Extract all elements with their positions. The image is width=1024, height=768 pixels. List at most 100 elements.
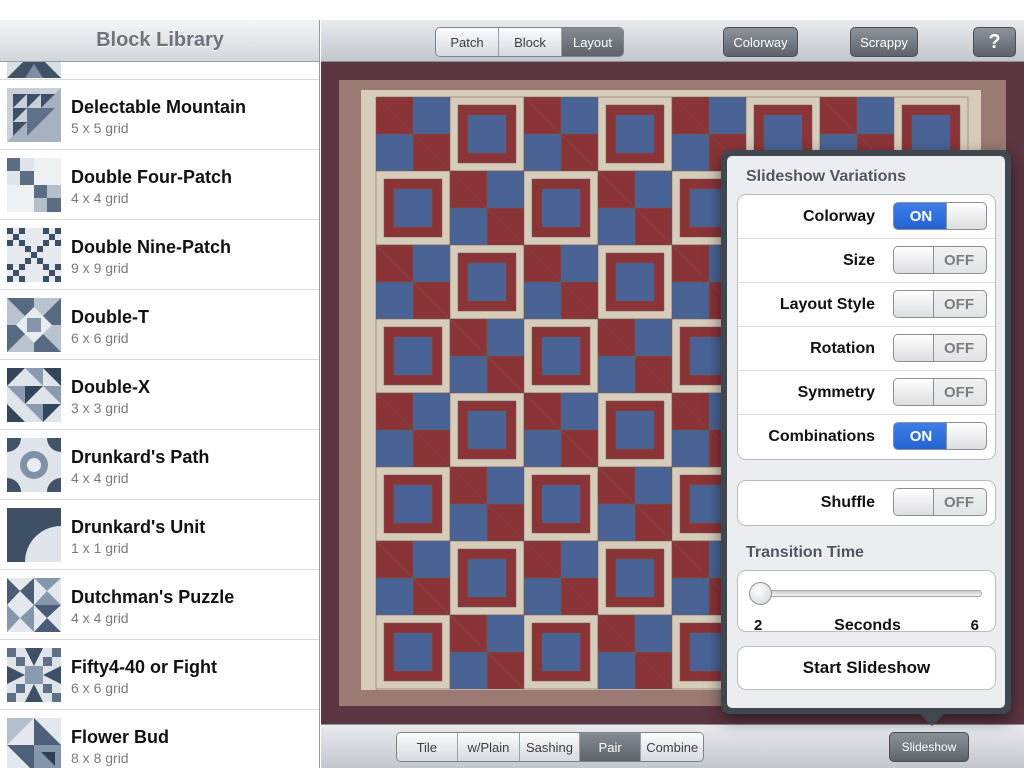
layout-segmented-control[interactable]: Tile w/Plain Sashing Pair Combine (396, 732, 704, 762)
tab-pair[interactable]: Pair (578, 733, 641, 761)
block-grid: 9 x 9 grid (71, 260, 129, 276)
transition-time-title: Transition Time (746, 544, 864, 561)
double-x-icon (7, 368, 61, 422)
list-item-double-nine-patch[interactable]: Double Nine-Patch 9 x 9 grid (0, 220, 319, 290)
block-grid: 8 x 8 grid (71, 750, 129, 766)
quilt-pinwheel-block (597, 466, 673, 542)
symmetry-toggle[interactable]: OFF (893, 378, 987, 406)
transition-slider-track[interactable] (760, 590, 982, 597)
tab-layout[interactable]: Layout (561, 28, 623, 56)
toggle-knob (894, 379, 934, 405)
toggle-state: OFF (944, 493, 974, 511)
tab-with-plain[interactable]: w/Plain (456, 733, 520, 761)
tab-patch[interactable]: Patch (436, 28, 498, 56)
quilt-pinwheel-block (375, 96, 451, 172)
list-item-delectable-mountain[interactable]: Delectable Mountain 5 x 5 grid (0, 80, 319, 150)
popover-title: Slideshow Variations (746, 168, 907, 185)
quilt-pinwheel-block (523, 392, 599, 468)
double-t-icon (7, 298, 61, 352)
block-grid: 3 x 3 grid (71, 400, 129, 416)
toggle-knob (946, 423, 986, 449)
block-name: Double Nine-Patch (71, 237, 232, 257)
help-button[interactable]: ? (973, 27, 1016, 57)
transition-slider-knob[interactable] (749, 582, 772, 605)
quilt-square-block (449, 392, 525, 468)
list-item-double-four-patch[interactable]: Double Four-Patch 4 x 4 grid (0, 150, 319, 220)
flower-bud-icon (7, 718, 61, 768)
tab-block[interactable]: Block (498, 28, 561, 56)
option-label: Combinations (768, 428, 875, 445)
scrappy-button[interactable]: Scrappy (850, 27, 918, 57)
drunkards-path-icon (7, 438, 61, 492)
block-name: Double-T (71, 307, 149, 327)
combinations-toggle[interactable]: ON (893, 422, 987, 450)
quilt-square-block (449, 96, 525, 172)
option-row-layout-style: Layout Style OFF (738, 283, 995, 327)
list-item-double-t[interactable]: Double-T 6 x 6 grid (0, 290, 319, 360)
block-name: Fifty4-40 or Fight (71, 657, 218, 677)
list-item-partial[interactable] (0, 62, 319, 80)
option-row-combinations: Combinations ON (738, 415, 995, 459)
block-grid: 6 x 6 grid (71, 680, 129, 696)
block-grid: 6 x 6 grid (71, 330, 129, 346)
toggle-knob (946, 203, 986, 229)
block-name: Drunkard's Unit (71, 517, 206, 537)
delectable-mountain-icon (7, 88, 61, 142)
quilt-pinwheel-block (375, 244, 451, 320)
list-item-drunkards-path[interactable]: Drunkard's Path 4 x 4 grid (0, 430, 319, 500)
drunkards-unit-icon (7, 508, 61, 562)
rotation-toggle[interactable]: OFF (893, 334, 987, 362)
list-item-dutchmans-puzzle[interactable]: Dutchman's Puzzle 4 x 4 grid (0, 570, 319, 640)
list-item-flower-bud[interactable]: Flower Bud 8 x 8 grid (0, 710, 319, 768)
block-list[interactable]: Delectable Mountain 5 x 5 grid Double Fo… (0, 62, 319, 768)
option-row-rotation: Rotation OFF (738, 327, 995, 371)
slideshow-button[interactable]: Slideshow (889, 732, 969, 762)
tab-sashing[interactable]: Sashing (519, 733, 579, 761)
slideshow-popover: Slideshow Variations Colorway ON Size OF… (721, 150, 1011, 714)
toggle-state: OFF (944, 383, 974, 401)
block-grid: 1 x 1 grid (71, 540, 129, 556)
layout-style-toggle[interactable]: OFF (893, 290, 987, 318)
tab-combine[interactable]: Combine (640, 733, 703, 761)
toggle-knob (894, 291, 934, 317)
quilt-square-block (375, 170, 451, 246)
slider-max-label: 6 (970, 617, 979, 634)
block-library-sidebar: Block Library Delectable Mountain 5 x 5 … (0, 20, 320, 768)
option-row-colorway: Colorway ON (738, 195, 995, 239)
quilt-pinwheel-block (597, 170, 673, 246)
mode-segmented-control[interactable]: Patch Block Layout (435, 27, 624, 57)
quilt-pinwheel-block (523, 540, 599, 616)
shuffle-toggle[interactable]: OFF (893, 488, 987, 516)
toggle-knob (894, 335, 934, 361)
option-label: Symmetry (797, 384, 875, 401)
start-slideshow-button[interactable]: Start Slideshow (737, 646, 996, 690)
toggle-knob (894, 247, 934, 273)
bottom-toolbar: Tile w/Plain Sashing Pair Combine Slides… (321, 724, 1024, 768)
tab-tile[interactable]: Tile (397, 733, 457, 761)
colorway-button[interactable]: Colorway (723, 27, 798, 57)
list-item-drunkards-unit[interactable]: Drunkard's Unit 1 x 1 grid (0, 500, 319, 570)
size-toggle[interactable]: OFF (893, 246, 987, 274)
quilt-pinwheel-block (449, 614, 525, 690)
option-row-shuffle: Shuffle OFF (738, 481, 995, 525)
block-grid: 4 x 4 grid (71, 610, 129, 626)
quilt-pinwheel-block (375, 392, 451, 468)
quilt-pinwheel-block (523, 96, 599, 172)
list-item-fifty-four-forty[interactable]: Fifty4-40 or Fight 6 x 6 grid (0, 640, 319, 710)
transition-slider-group: 2 Seconds 6 (737, 570, 996, 634)
block-name: Drunkard's Path (71, 447, 210, 467)
quilt-square-block (597, 244, 673, 320)
quilt-square-block (449, 244, 525, 320)
quilt-square-block (523, 614, 599, 690)
colorway-toggle[interactable]: ON (893, 202, 987, 230)
block-name: Double-X (71, 377, 150, 397)
quilt-square-block (523, 466, 599, 542)
variations-group: Colorway ON Size OFF Layout Style OFF Ro… (737, 194, 996, 460)
quilt-pinwheel-block (449, 170, 525, 246)
block-name: Delectable Mountain (71, 97, 247, 117)
option-label: Size (842, 252, 875, 269)
quilt-square-block (375, 318, 451, 394)
list-item-double-x[interactable]: Double-X 3 x 3 grid (0, 360, 319, 430)
quilt-pinwheel-block (597, 614, 673, 690)
quilt-square-block (597, 392, 673, 468)
